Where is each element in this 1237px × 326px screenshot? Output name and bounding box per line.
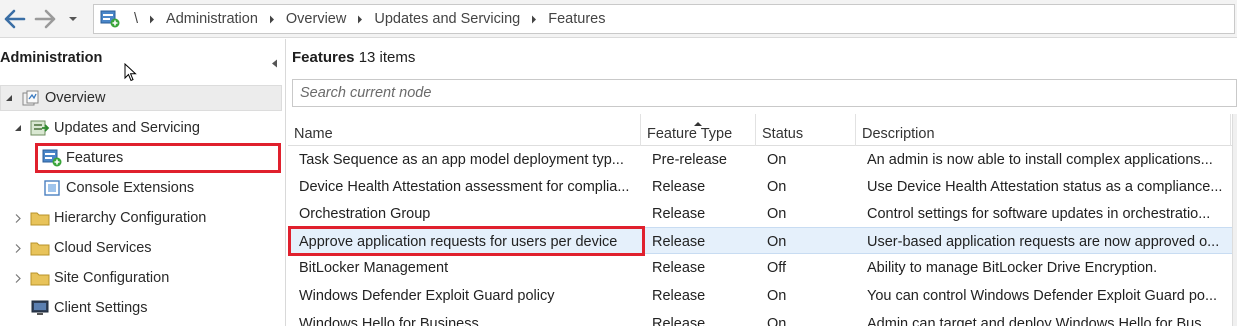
updates-servicing-icon — [30, 119, 50, 137]
cell-name: Task Sequence as an app model deployment… — [299, 151, 624, 168]
table-row[interactable]: Orchestration Group Release On Control s… — [288, 200, 1237, 227]
tree-item-hierarchy-configuration[interactable]: Hierarchy Configuration — [12, 205, 206, 231]
table-row[interactable]: Device Health Attestation assessment for… — [288, 173, 1237, 200]
cell-description: Use Device Health Attestation status as … — [867, 178, 1223, 195]
cell-feature-type: Release — [652, 315, 706, 326]
vertical-scrollbar[interactable] — [1232, 114, 1237, 326]
folder-icon — [30, 209, 50, 227]
expanded-icon[interactable] — [3, 94, 15, 102]
cell-status: On — [767, 315, 787, 326]
collapsed-icon[interactable] — [12, 273, 24, 283]
item-count: 13 items — [358, 49, 416, 66]
tree-item-label: Client Settings — [54, 300, 148, 316]
tree-item-cloud-services[interactable]: Cloud Services — [12, 235, 152, 261]
cell-status: On — [767, 178, 787, 195]
column-header-label: Description — [862, 126, 935, 142]
cell-description: An admin is now able to install complex … — [867, 151, 1213, 168]
cell-name: BitLocker Management — [299, 259, 449, 276]
row-highlight-box — [288, 226, 645, 256]
cell-feature-type: Release — [652, 205, 706, 222]
navigation-bar: \ Administration Overview Updates and Se… — [0, 0, 1237, 38]
overview-icon — [21, 89, 41, 107]
column-header-status[interactable]: Status — [756, 114, 856, 146]
cell-feature-type: Release — [652, 287, 706, 304]
folder-icon — [30, 239, 50, 257]
cell-name: Orchestration Group — [299, 205, 431, 222]
console-extensions-icon — [42, 179, 62, 197]
cell-feature-type: Release — [652, 259, 706, 276]
breadcrumb-overview[interactable]: Overview — [286, 11, 346, 27]
breadcrumb-features[interactable]: Features — [548, 11, 605, 27]
collapsed-icon[interactable] — [12, 213, 24, 223]
breadcrumb-updates-servicing[interactable]: Updates and Servicing — [374, 11, 520, 27]
chevron-right-icon[interactable] — [269, 15, 275, 24]
table-row[interactable]: Task Sequence as an app model deployment… — [288, 146, 1237, 173]
column-header-row: Name Feature Type Status Description — [288, 114, 1237, 146]
tree-item-label: Updates and Servicing — [54, 120, 200, 136]
address-breadcrumb[interactable]: \ Administration Overview Updates and Se… — [93, 4, 1235, 34]
cell-status: On — [767, 151, 787, 168]
cell-feature-type: Release — [652, 178, 706, 195]
cell-status: On — [767, 205, 787, 222]
tree-item-console-extensions[interactable]: Console Extensions — [42, 175, 194, 201]
cell-description: Admin can target and deploy Windows Hell… — [867, 315, 1214, 326]
arrow-left-icon[interactable] — [2, 6, 28, 32]
cell-name: Device Health Attestation assessment for… — [299, 178, 630, 195]
chevron-right-icon[interactable] — [531, 15, 537, 24]
collapsed-icon[interactable] — [12, 243, 24, 253]
cell-description: User-based application requests are now … — [867, 233, 1220, 250]
column-header-description[interactable]: Description — [856, 114, 1231, 146]
cell-description: You can control Windows Defender Exploit… — [867, 287, 1218, 304]
tree-item-label: Cloud Services — [54, 240, 152, 256]
folder-icon — [30, 269, 50, 287]
tree-item-client-settings[interactable]: Client Settings — [30, 295, 148, 321]
arrow-right-icon[interactable] — [32, 6, 58, 32]
cell-name: Windows Hello for Business — [299, 315, 479, 326]
column-header-label: Status — [762, 126, 804, 142]
breadcrumb-root[interactable]: \ — [134, 11, 138, 27]
tree-item-updates-servicing[interactable]: Updates and Servicing — [12, 115, 200, 141]
cell-feature-type: Pre-release — [652, 151, 727, 168]
table-row[interactable]: Windows Hello for Business Release On Ad… — [288, 310, 1237, 326]
tree-item-label: Hierarchy Configuration — [54, 210, 207, 226]
table-row[interactable]: BitLocker Management Release Off Ability… — [288, 254, 1237, 281]
cell-status: On — [767, 233, 787, 250]
column-header-label: Name — [294, 126, 333, 142]
breadcrumb-administration[interactable]: Administration — [166, 11, 258, 27]
tree-item-label: Site Configuration — [54, 270, 170, 286]
column-header-name[interactable]: Name — [288, 114, 641, 146]
tree-item-site-configuration[interactable]: Site Configuration — [12, 265, 169, 291]
cell-feature-type: Release — [652, 233, 706, 250]
cell-description: Ability to manage BitLocker Drive Encryp… — [867, 259, 1158, 276]
chevron-right-icon[interactable] — [149, 15, 155, 24]
tree-item-label: Overview — [45, 90, 106, 106]
tree-item-label: Console Extensions — [66, 180, 195, 196]
table-row[interactable]: Windows Defender Exploit Guard policy Re… — [288, 282, 1237, 309]
cell-status: Off — [767, 259, 787, 276]
console-root-icon[interactable] — [100, 10, 120, 28]
collapse-pane-icon[interactable] — [271, 55, 278, 71]
list-title: Features — [292, 49, 355, 66]
expanded-icon[interactable] — [12, 124, 24, 132]
chevron-down-icon[interactable] — [63, 6, 83, 32]
features-highlight-box — [35, 143, 281, 173]
pane-title: Administration — [0, 50, 103, 66]
search-input[interactable] — [300, 85, 1236, 101]
cell-status: On — [767, 287, 787, 304]
chevron-right-icon[interactable] — [357, 15, 363, 24]
tree-item-overview[interactable]: Overview — [0, 85, 282, 111]
sort-ascending-icon — [693, 114, 703, 130]
column-header-label: Feature Type — [647, 126, 733, 142]
cell-name: Windows Defender Exploit Guard policy — [299, 287, 555, 304]
mouse-cursor-icon — [124, 62, 137, 85]
search-box[interactable] — [292, 79, 1237, 107]
list-header: Features 13 items — [292, 49, 415, 66]
client-settings-icon — [30, 299, 50, 317]
cell-description: Control settings for software updates in… — [867, 205, 1211, 222]
